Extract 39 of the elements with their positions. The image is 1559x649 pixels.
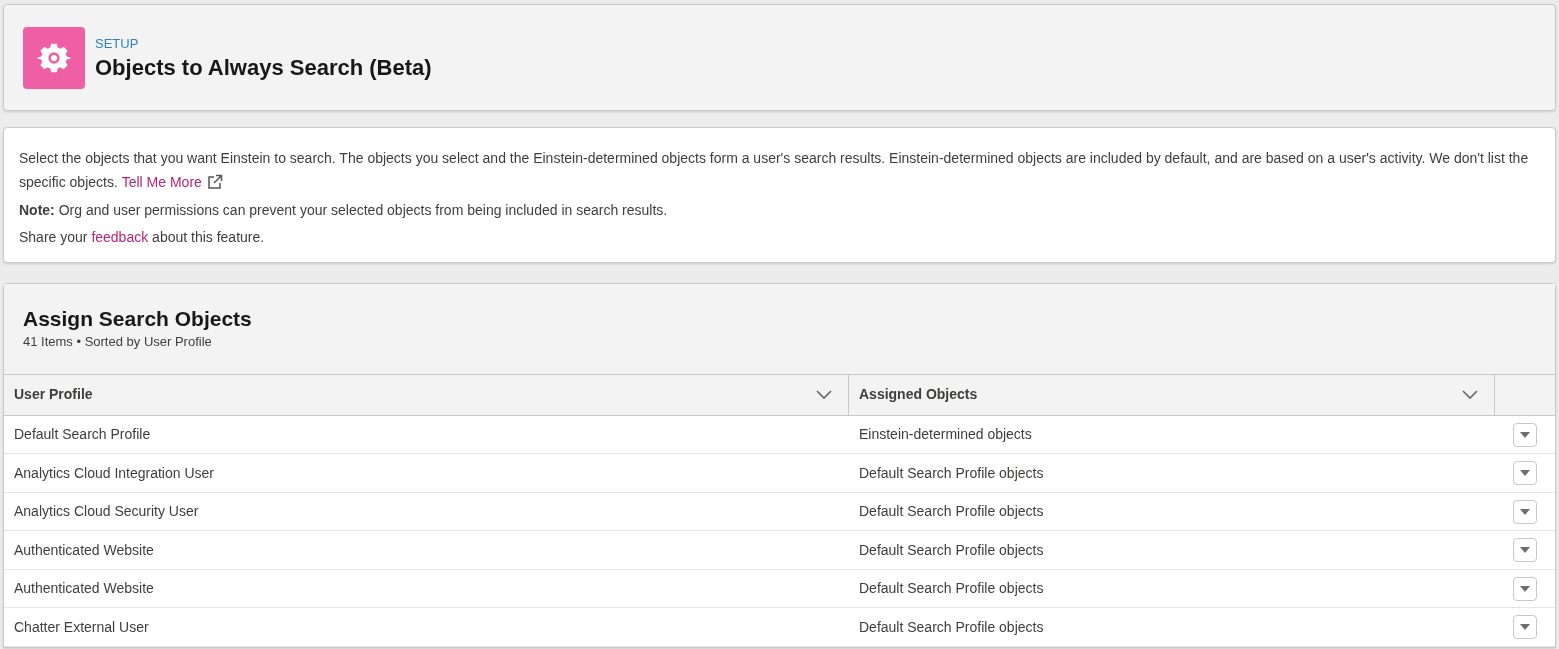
table-cell-text: Einstein-determined objects [858,425,1033,444]
row-actions-button[interactable] [1513,576,1537,601]
page-title: Objects to Always Search (Beta) [95,53,432,81]
feedback-text: Share your feedback about this feature. [19,228,266,247]
table-cell-text: Authenticated Website [13,579,155,598]
caret-down-icon [1520,624,1530,630]
table-title: Assign Search Objects [23,306,253,332]
gear-icon [23,26,85,89]
table-cell-text: Analytics Cloud Security User [13,502,200,521]
caret-down-icon [1520,585,1530,592]
table-cell-text: Default Search Profile objects [858,463,1045,483]
external-link-icon [206,174,223,190]
table-cell-text: Authenticated Website [13,540,155,560]
row-actions-button[interactable] [1513,422,1537,447]
note-text: Note: Org and user permissions can prevent your selected objects from being included in search results. [19,201,669,220]
table-subtitle: 41 Items • Sorted by User Profile [23,333,213,352]
column-header[interactable]: Assigned Objects [849,374,1495,415]
table-cell-text: Default Search Profile objects [858,540,1045,560]
table-cell-text: Chatter External User [13,617,150,637]
caret-down-icon [1520,547,1530,553]
row-actions-button[interactable] [1513,461,1537,485]
description-text: Select the objects that you want Einstein to search. The objects you select and the Einstein-determined objects form a user's search results. Einstein-determined objects are included by default, and are based on a user's activity. We don't list the specific objects. Tell Me More [19,146,1540,194]
table-cell-text: Default Search Profile objects [858,502,1045,521]
row-actions-button[interactable] [1513,499,1537,524]
column-header[interactable]: User Profile [4,374,849,415]
row-actions-button[interactable] [1513,615,1537,639]
caret-down-icon [1520,508,1530,515]
tell-me-more-link[interactable]: Tell Me More [121,170,223,194]
table-cell-text: Default Search Profile [13,425,152,444]
chevron-down-icon[interactable] [1462,389,1478,400]
table-cell-text: Default Search Profile objects [858,617,1045,637]
row-actions-button[interactable] [1513,538,1537,562]
feedback-link[interactable]: feedback [91,229,149,245]
breadcrumb-link[interactable]: SETUP [95,34,432,54]
table-cell-text: Analytics Cloud Integration User [13,463,215,483]
caret-down-icon [1520,431,1530,438]
table-cell-text: Default Search Profile objects [858,579,1045,598]
chevron-down-icon[interactable] [816,389,832,400]
caret-down-icon [1520,470,1530,476]
